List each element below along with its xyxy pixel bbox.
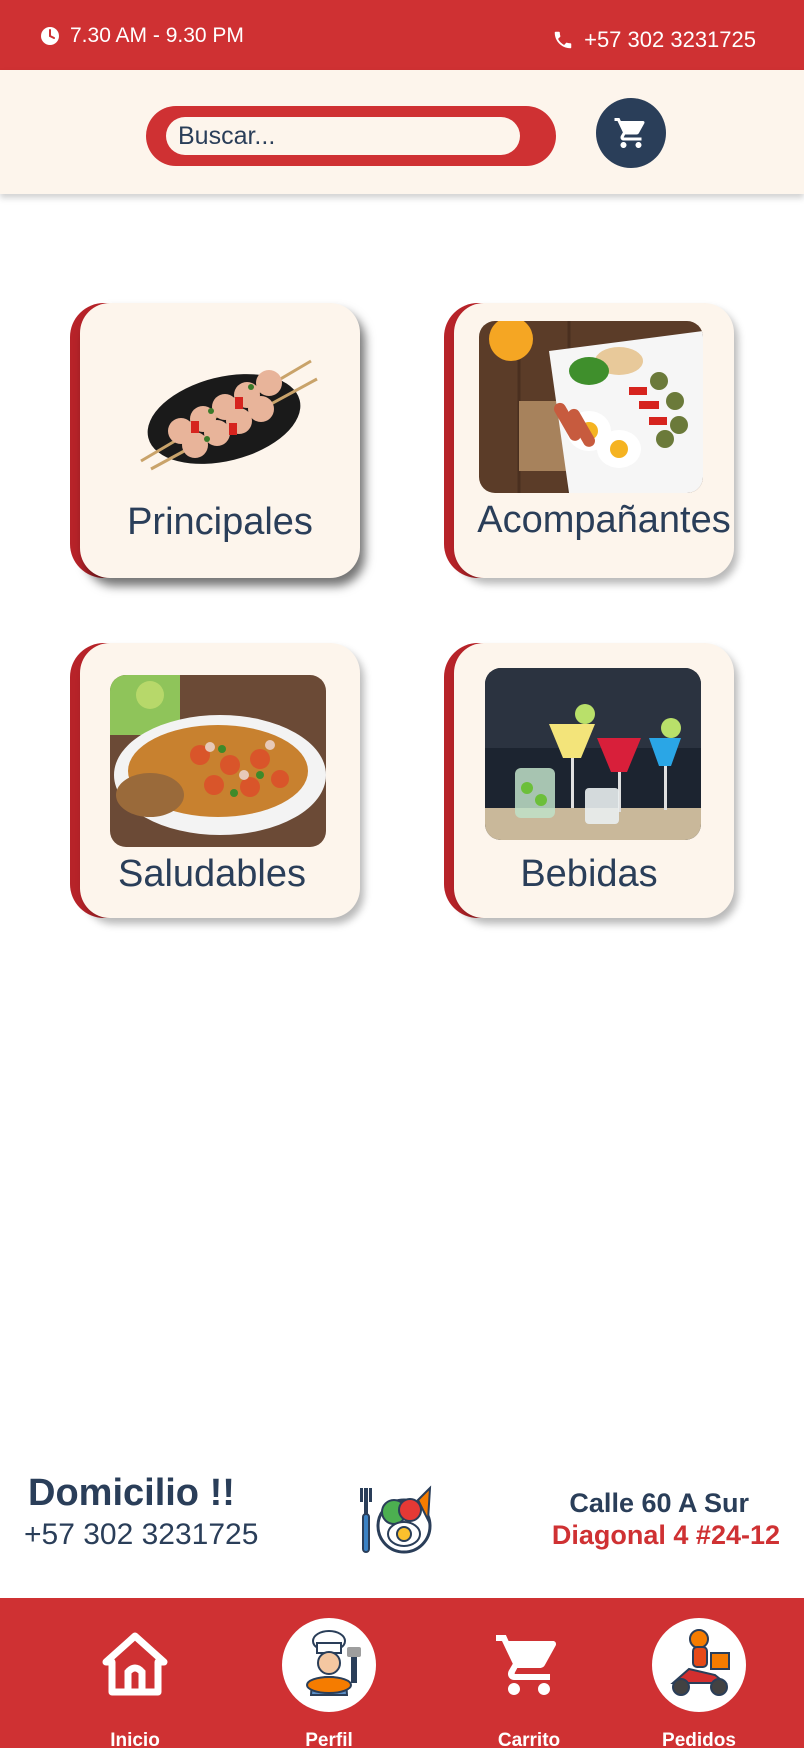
category-card-body: Saludables — [80, 643, 360, 918]
nav-label: Carrito — [497, 1730, 561, 1751]
cart-icon — [614, 118, 645, 148]
category-card-principales[interactable]: Principales — [70, 303, 360, 578]
search-input[interactable] — [166, 117, 520, 155]
phone-icon — [554, 31, 572, 49]
cocktails-image — [485, 668, 701, 840]
nav-label: Inicio — [110, 1730, 160, 1751]
address-line-2: Diagonal 4 #24-12 — [551, 1520, 780, 1550]
top-info-bar: 7.30 AM - 9.30 PM +57 302 3231725 — [0, 0, 804, 70]
breakfast-plate-image — [479, 321, 703, 493]
category-card-body: Principales — [80, 303, 360, 578]
nav-label: Pedidos — [662, 1730, 736, 1751]
category-label: Principales — [127, 501, 313, 543]
search-box — [146, 106, 556, 166]
nav-label: Perfil — [305, 1730, 353, 1751]
category-card-acompanantes[interactable]: Acompañantes — [444, 303, 734, 578]
delivery-phone: +57 302 3231725 — [24, 1518, 259, 1551]
food-plate-logo-icon — [358, 1480, 438, 1565]
home-icon — [88, 1618, 182, 1712]
opening-hours: 7.30 AM - 9.30 PM — [40, 24, 244, 48]
chef-avatar-icon — [282, 1618, 376, 1712]
clock-icon — [41, 27, 59, 45]
search-header — [0, 70, 804, 194]
bottom-navigation: Inicio Perfil Carrito Pedidos — [0, 1598, 804, 1751]
address-line-1: Calle 60 A Sur — [569, 1488, 749, 1518]
contact-phone[interactable]: +57 302 3231725 — [552, 27, 756, 53]
category-card-saludables[interactable]: Saludables — [70, 643, 360, 918]
category-card-bebidas[interactable]: Bebidas — [444, 643, 734, 918]
delivery-title: Domicilio !! — [28, 1472, 235, 1514]
opening-hours-text: 7.30 AM - 9.30 PM — [70, 24, 244, 47]
header-cart-button[interactable] — [596, 98, 666, 168]
fried-fish-image — [110, 675, 326, 847]
contact-phone-text: +57 302 3231725 — [584, 27, 756, 52]
category-label: Bebidas — [520, 853, 658, 895]
category-label: Acompañantes — [477, 499, 731, 541]
chicken-skewers-image — [111, 321, 337, 493]
cart-icon — [482, 1618, 576, 1712]
delivery-scooter-icon — [652, 1618, 746, 1712]
category-card-body: Bebidas — [454, 643, 734, 918]
category-label: Saludables — [117, 853, 307, 895]
category-card-body: Acompañantes — [454, 303, 734, 578]
